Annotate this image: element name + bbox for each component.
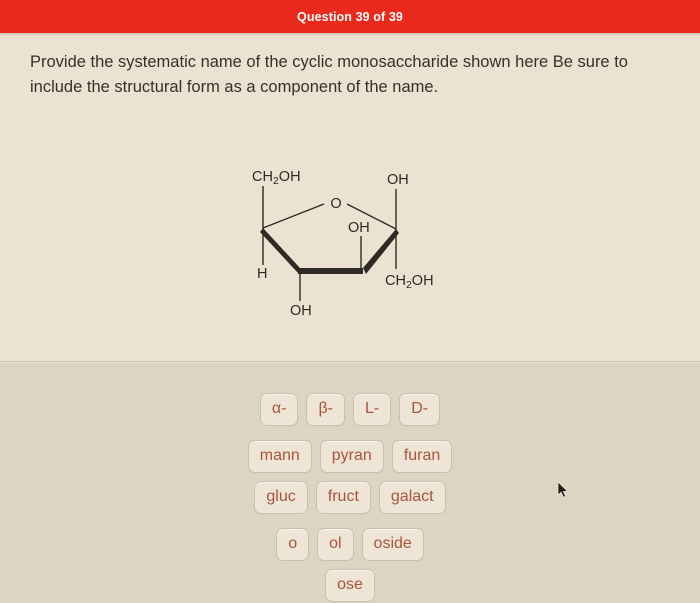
token-d[interactable]: D- [399, 393, 441, 426]
token-furan[interactable]: furan [391, 440, 453, 473]
mouse-pointer-icon [557, 481, 570, 499]
bottom-hydroxyl-label: OH [290, 303, 312, 319]
left-hydrogen-label: H [257, 266, 267, 282]
ring-oxygen-label: O [330, 196, 341, 212]
token-ol[interactable]: ol [317, 528, 354, 561]
question-header-bar: Question 39 of 39 [0, 0, 700, 33]
monosaccharide-structure-image: O CH2OH OH OH H OH CH2OH [230, 161, 480, 326]
token-l[interactable]: L- [352, 393, 392, 426]
token-beta[interactable]: β- [306, 393, 345, 426]
token-o[interactable]: o [276, 528, 310, 561]
token-row-sugar-stems: gluc fruct galact [0, 481, 700, 514]
token-row-ose: ose [0, 569, 700, 602]
question-prompt-text: Provide the systematic name of the cycli… [30, 53, 628, 96]
top-left-substituent-label: CH2OH [252, 169, 301, 187]
question-counter-label: Question 39 of 39 [297, 9, 403, 24]
token-ose[interactable]: ose [325, 569, 375, 602]
token-oside[interactable]: oside [361, 528, 424, 561]
token-gluc[interactable]: gluc [254, 481, 308, 514]
question-pane: Provide the systematic name of the cycli… [0, 36, 700, 394]
answer-token-pane: α- β- L- D- mann pyran furan gluc fruct … [0, 364, 700, 603]
question-screen: Question 39 of 39 Provide the systematic… [0, 0, 700, 603]
token-pyran[interactable]: pyran [319, 440, 384, 473]
bottom-right-substituent-label: CH2OH [385, 273, 434, 291]
token-row-prefixes: α- β- L- D- [0, 393, 700, 426]
token-galact[interactable]: galact [378, 481, 446, 514]
token-mann[interactable]: mann [247, 440, 312, 473]
token-alpha[interactable]: α- [259, 393, 299, 426]
token-row-ring-forms: mann pyran furan [0, 440, 700, 473]
interior-hydroxyl-label: OH [348, 220, 370, 236]
top-right-hydroxyl-label: OH [387, 172, 409, 188]
token-row-suffixes: o ol oside [0, 528, 700, 561]
token-fruct[interactable]: fruct [315, 481, 371, 514]
